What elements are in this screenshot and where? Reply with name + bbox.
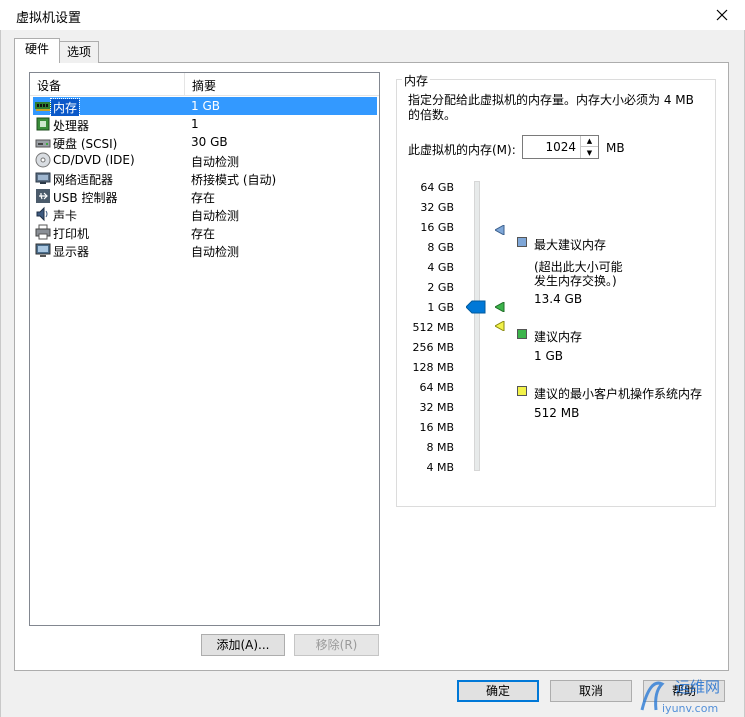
device-summary: 桥接模式 (自动): [191, 173, 277, 187]
device-summary: 自动检测: [191, 155, 240, 169]
spin-down-button[interactable]: ▼: [581, 147, 598, 158]
recommended-marker-icon: [495, 302, 505, 312]
device-name: CD/DVD (IDE): [53, 153, 135, 167]
scale-tick: 32 GB: [420, 201, 454, 214]
recommended-label: 建议内存: [534, 330, 583, 344]
device-name: USB 控制器: [53, 191, 118, 205]
memory-description: 指定分配给此虚拟机的内存量。内存大小必须为 4 MB 的倍数。: [408, 93, 694, 122]
scale-tick: 64 MB: [419, 381, 454, 394]
min-guest-label: 建议的最小客户机操作系统内存: [534, 387, 703, 401]
device-name: 打印机: [53, 227, 90, 241]
device-row-memory[interactable]: 内存 1 GB: [33, 97, 377, 117]
max-recommended-legend-icon: [517, 237, 527, 247]
column-header-device[interactable]: 设备: [37, 77, 61, 94]
device-name: 网络适配器: [53, 173, 114, 187]
sound-card-icon: [36, 206, 48, 222]
device-list[interactable]: 设备 摘要 内存 1 GB 处理器 1 硬盘 (SCSI) 30 GB CD/D…: [29, 72, 380, 626]
device-name: 处理器: [53, 119, 90, 133]
column-header-summary[interactable]: 摘要: [192, 77, 216, 94]
memory-unit: MB: [606, 141, 625, 155]
device-row-display[interactable]: 显示器 自动检测: [33, 241, 377, 259]
printer-icon: [35, 224, 51, 240]
recommended-value: 1 GB: [534, 349, 563, 363]
max-recommended-value: 13.4 GB: [534, 292, 583, 306]
device-row-cd-dvd[interactable]: CD/DVD (IDE) 自动检测: [33, 151, 377, 169]
scale-tick: 16 GB: [420, 221, 454, 234]
device-summary: 自动检测: [191, 245, 240, 259]
usb-icon: [36, 189, 50, 203]
cancel-button[interactable]: 取消: [550, 680, 632, 702]
scale-tick: 4 GB: [427, 261, 454, 274]
close-button[interactable]: [705, 2, 739, 28]
max-recommended-note: 发生内存交换。): [534, 274, 617, 288]
scale-tick: 128 MB: [412, 361, 454, 374]
memory-icon: [35, 102, 51, 111]
window-border: [0, 30, 1, 717]
title-bar: [0, 0, 745, 30]
add-device-button[interactable]: 添加(A)...: [201, 634, 285, 656]
min-guest-marker-icon: [495, 321, 505, 331]
network-adapter-icon: [35, 172, 51, 184]
memory-field-label: 此虚拟机的内存(M):: [408, 143, 516, 157]
memory-slider-thumb[interactable]: [466, 300, 486, 314]
device-row-printer[interactable]: 打印机 存在: [33, 223, 377, 241]
scale-tick: 1 GB: [427, 301, 454, 314]
max-recommended-marker-icon: [495, 225, 505, 235]
close-icon: [716, 9, 728, 21]
device-summary: 1 GB: [191, 99, 220, 113]
device-summary: 存在: [191, 227, 216, 241]
scale-tick: 8 GB: [427, 241, 454, 254]
scale-tick: 32 MB: [419, 401, 454, 414]
scale-tick: 16 MB: [419, 421, 454, 434]
column-separator[interactable]: [184, 73, 185, 95]
scale-tick: 8 MB: [426, 441, 454, 454]
scale-tick: 256 MB: [412, 341, 454, 354]
memory-slider-track[interactable]: [474, 181, 480, 471]
device-summary: 存在: [191, 191, 216, 205]
spin-up-button[interactable]: ▲: [581, 136, 598, 147]
scale-tick: 2 GB: [427, 281, 454, 294]
arrow-up-icon: ▲: [586, 137, 593, 145]
watermark-subtext: iyunv.com: [662, 702, 718, 715]
device-row-network-adapter[interactable]: 网络适配器 桥接模式 (自动): [33, 169, 377, 187]
arrow-down-icon: ▼: [586, 148, 593, 157]
min-guest-legend-icon: [517, 386, 527, 396]
spin-buttons: ▲ ▼: [580, 136, 598, 158]
device-row-sound-card[interactable]: 声卡 自动检测: [33, 205, 377, 223]
memory-group-title: 内存: [402, 72, 431, 89]
device-summary: 自动检测: [191, 209, 240, 223]
processor-icon: [36, 117, 50, 131]
recommended-legend-icon: [517, 329, 527, 339]
device-name: 硬盘 (SCSI): [53, 137, 118, 151]
max-recommended-label: 最大建议内存: [534, 238, 607, 252]
device-row-harddisk[interactable]: 硬盘 (SCSI) 30 GB: [33, 133, 377, 151]
watermark-text: 运维网: [675, 678, 720, 696]
device-name: 声卡: [53, 209, 78, 223]
watermark-logo: 运维网 iyunv.com: [640, 678, 720, 715]
scale-tick: 4 MB: [426, 461, 454, 474]
device-list-header: 设备 摘要: [30, 73, 379, 96]
device-summary: 30 GB: [191, 135, 228, 149]
harddisk-icon: [35, 139, 51, 148]
remove-device-button[interactable]: 移除(R): [294, 634, 379, 656]
display-icon: [35, 243, 51, 257]
memory-spinbox[interactable]: 1024 ▲ ▼: [522, 135, 599, 159]
scale-tick: 512 MB: [412, 321, 454, 334]
memory-input[interactable]: 1024: [545, 140, 576, 154]
ok-button[interactable]: 确定: [457, 680, 539, 702]
window-title: 虚拟机设置: [16, 11, 82, 26]
device-row-processor[interactable]: 处理器 1: [33, 115, 377, 133]
min-guest-value: 512 MB: [534, 406, 580, 420]
device-name: 内存: [49, 98, 81, 117]
device-name: 显示器: [53, 245, 90, 259]
device-summary: 1: [191, 117, 199, 131]
tab-options[interactable]: 选项: [59, 41, 99, 63]
device-row-usb[interactable]: USB 控制器 存在: [33, 187, 377, 205]
tab-hardware[interactable]: 硬件: [14, 38, 60, 63]
scale-tick: 64 GB: [420, 181, 454, 194]
cd-dvd-icon: [35, 152, 51, 168]
